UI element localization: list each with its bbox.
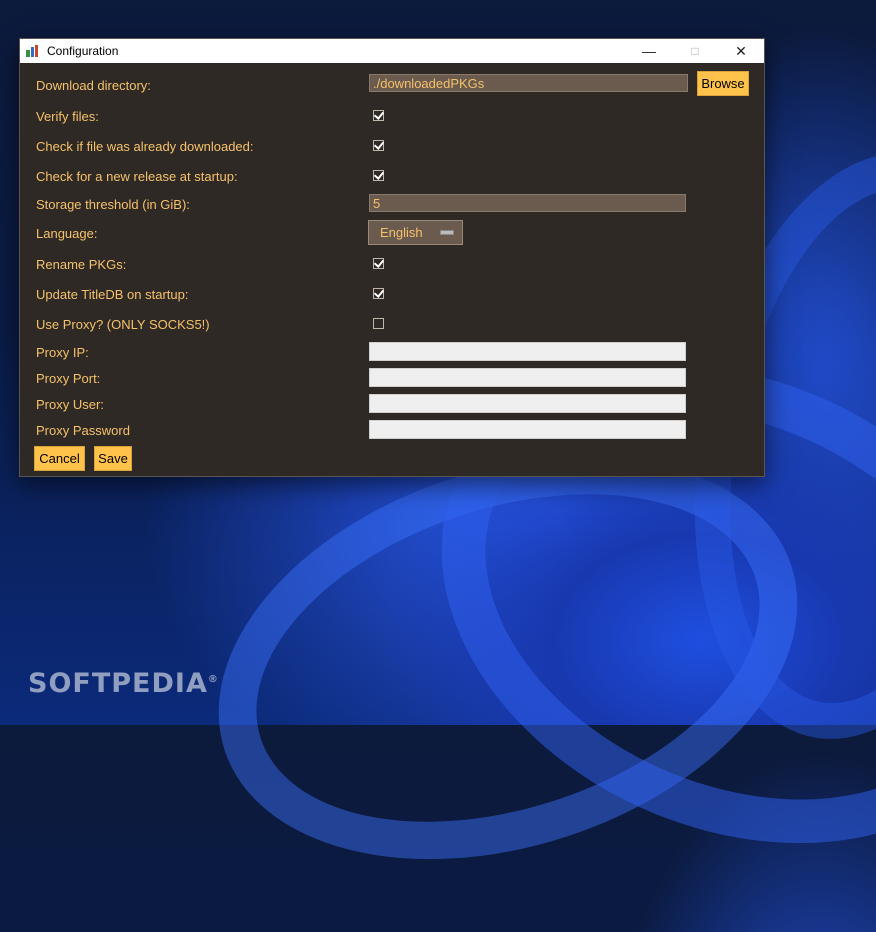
storage-threshold-input[interactable] bbox=[369, 194, 686, 212]
proxy-ip-label: Proxy IP: bbox=[36, 345, 89, 360]
checkmark-icon bbox=[373, 139, 385, 150]
form-content: Download directory: Browse Verify files:… bbox=[20, 63, 764, 476]
download-directory-input[interactable] bbox=[369, 74, 688, 92]
checkmark-icon bbox=[373, 169, 385, 180]
check-downloaded-label: Check if file was already downloaded: bbox=[36, 139, 254, 154]
browse-button[interactable]: Browse bbox=[697, 71, 749, 96]
minimize-icon: — bbox=[642, 43, 656, 59]
checkmark-icon bbox=[373, 287, 385, 298]
check-release-label: Check for a new release at startup: bbox=[36, 169, 238, 184]
app-icon bbox=[25, 44, 39, 58]
maximize-button[interactable]: □ bbox=[672, 39, 718, 63]
configuration-window: Configuration — □ ✕ Download directory: … bbox=[19, 38, 765, 477]
language-label: Language: bbox=[36, 226, 98, 241]
option-menu-indicator-icon bbox=[440, 230, 454, 235]
update-titledb-checkbox[interactable] bbox=[373, 287, 385, 299]
rename-pkgs-label: Rename PKGs: bbox=[36, 257, 127, 272]
storage-threshold-label: Storage threshold (in GiB): bbox=[36, 197, 190, 212]
download-directory-label: Download directory: bbox=[36, 78, 151, 93]
proxy-user-label: Proxy User: bbox=[36, 397, 104, 412]
use-proxy-label: Use Proxy? (ONLY SOCKS5!) bbox=[36, 317, 210, 332]
registered-mark: ® bbox=[207, 674, 219, 685]
proxy-ip-input[interactable] bbox=[369, 342, 686, 361]
check-downloaded-checkbox[interactable] bbox=[373, 139, 385, 151]
proxy-port-input[interactable] bbox=[369, 368, 686, 387]
softpedia-watermark: SOFTPEDIA® bbox=[28, 668, 219, 699]
minimize-button[interactable]: — bbox=[626, 39, 672, 63]
save-button[interactable]: Save bbox=[94, 446, 132, 471]
use-proxy-checkbox[interactable] bbox=[373, 318, 384, 329]
verify-files-label: Verify files: bbox=[36, 109, 99, 124]
checkmark-icon bbox=[373, 257, 385, 268]
proxy-user-input[interactable] bbox=[369, 394, 686, 413]
verify-files-checkbox[interactable] bbox=[373, 109, 385, 121]
language-selected-value: English bbox=[380, 225, 423, 240]
proxy-port-label: Proxy Port: bbox=[36, 371, 101, 386]
checkmark-icon bbox=[373, 109, 385, 120]
check-release-checkbox[interactable] bbox=[373, 169, 385, 181]
update-titledb-label: Update TitleDB on startup: bbox=[36, 287, 189, 302]
window-title: Configuration bbox=[47, 44, 119, 58]
maximize-icon: □ bbox=[691, 44, 699, 58]
close-icon: ✕ bbox=[735, 42, 747, 59]
proxy-password-input[interactable] bbox=[369, 420, 686, 439]
rename-pkgs-checkbox[interactable] bbox=[373, 257, 385, 269]
proxy-password-label: Proxy Password bbox=[36, 423, 130, 438]
watermark-text: SOFTPEDIA bbox=[28, 668, 208, 699]
cancel-button[interactable]: Cancel bbox=[34, 446, 85, 471]
close-button[interactable]: ✕ bbox=[718, 39, 764, 63]
language-select[interactable]: English bbox=[368, 220, 463, 245]
title-bar[interactable]: Configuration — □ ✕ bbox=[20, 39, 764, 63]
